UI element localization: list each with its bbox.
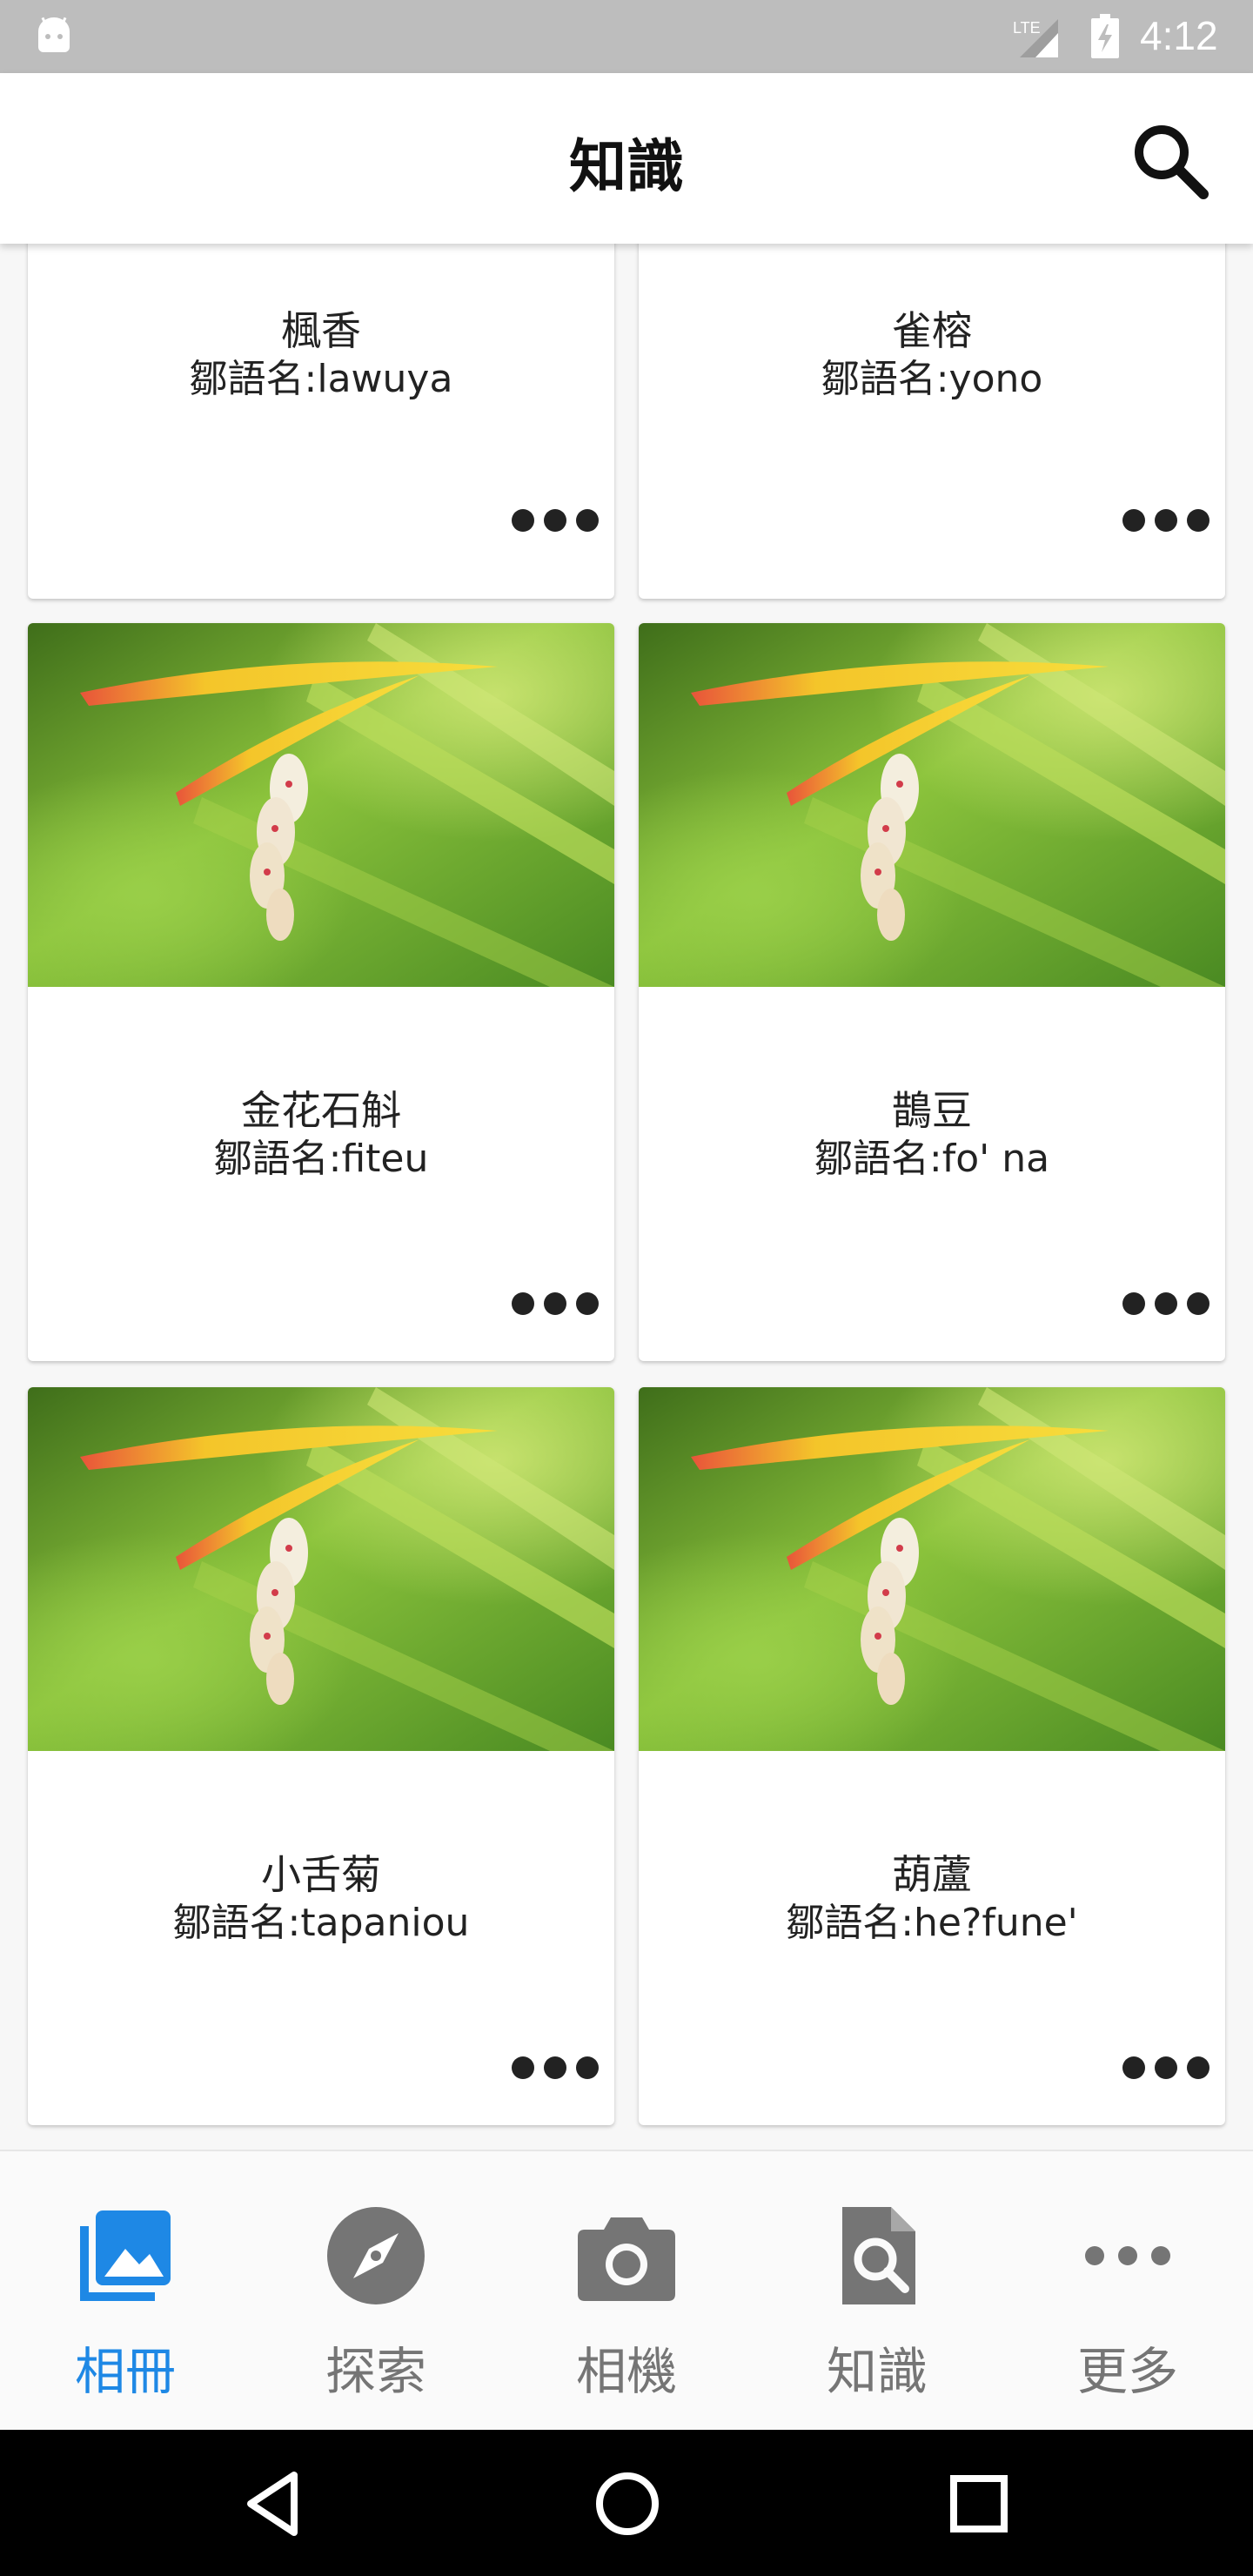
plant-photo bbox=[639, 623, 1225, 987]
more-options-button[interactable] bbox=[512, 1286, 599, 1321]
plant-photo bbox=[28, 1387, 614, 1751]
plant-photo bbox=[639, 1387, 1225, 1751]
nav-item-camera[interactable]: 相機 bbox=[501, 2151, 752, 2432]
plant-name: 葫蘆 bbox=[892, 1851, 972, 1898]
plant-card[interactable]: 小舌菊 鄒語名:tapaniou bbox=[28, 1387, 614, 2125]
dot bbox=[1155, 1292, 1177, 1315]
dot bbox=[512, 509, 534, 532]
dot bbox=[544, 2056, 566, 2079]
nav-item-album[interactable]: 相冊 bbox=[0, 2151, 251, 2432]
plant-card[interactable]: 葫蘆 鄒語名:he?fune' bbox=[639, 1387, 1225, 2125]
nav-label: 更多 bbox=[1076, 2342, 1178, 2401]
nav-item-more[interactable]: 更多 bbox=[1002, 2151, 1253, 2432]
more-options-button[interactable] bbox=[1122, 1286, 1209, 1321]
dot bbox=[1187, 2056, 1209, 2079]
plant-native-name: 鄒語名:fiteu bbox=[213, 1137, 429, 1181]
dot bbox=[544, 509, 566, 532]
back-icon[interactable] bbox=[237, 2465, 315, 2543]
more-options-button[interactable] bbox=[512, 2050, 599, 2085]
dot bbox=[1187, 509, 1209, 532]
bottom-navigation: 相冊 探索 相機 知識 更多 bbox=[0, 2150, 1253, 2430]
dot bbox=[1187, 1292, 1209, 1315]
dot bbox=[1122, 509, 1145, 532]
dot bbox=[512, 1292, 534, 1315]
plant-native-name: 鄒語名:tapaniou bbox=[172, 1901, 470, 1945]
document-search-icon bbox=[842, 2207, 915, 2304]
plant-native-name: 鄒語名:he?fune' bbox=[786, 1901, 1078, 1945]
dot bbox=[1122, 2056, 1145, 2079]
status-bar: LTE 4:12 bbox=[0, 0, 1253, 73]
dot bbox=[512, 2056, 534, 2079]
plant-card[interactable]: 鵲豆 鄒語名:fo' na bbox=[639, 623, 1225, 1361]
more-options-button[interactable] bbox=[1122, 503, 1209, 538]
plant-name: 鵲豆 bbox=[892, 1087, 972, 1134]
knowledge-grid[interactable]: 楓香 鄒語名:lawuya 雀榕 鄒語名:yono 金花石斛 鄒語名:fiteu… bbox=[0, 244, 1253, 2150]
search-button[interactable] bbox=[1122, 113, 1218, 209]
more-dots-icon bbox=[1085, 2246, 1170, 2265]
dot bbox=[1122, 1292, 1145, 1315]
plant-name: 楓香 bbox=[281, 307, 361, 354]
nav-item-explore[interactable]: 探索 bbox=[251, 2151, 501, 2432]
nav-label: 知識 bbox=[826, 2342, 928, 2401]
compass-icon bbox=[327, 2207, 425, 2304]
page-title: 知識 bbox=[569, 133, 684, 200]
home-icon[interactable] bbox=[588, 2465, 667, 2543]
nav-label: 相冊 bbox=[74, 2342, 176, 2401]
dot bbox=[1155, 509, 1177, 532]
photo-album-icon bbox=[80, 2210, 171, 2301]
plant-card[interactable]: 雀榕 鄒語名:yono bbox=[639, 244, 1225, 599]
plant-native-name: 鄒語名:lawuya bbox=[189, 357, 453, 401]
plant-native-name: 鄒語名:fo' na bbox=[814, 1137, 1050, 1181]
dot bbox=[576, 2056, 599, 2079]
dot bbox=[576, 1292, 599, 1315]
plant-card[interactable]: 楓香 鄒語名:lawuya bbox=[28, 244, 614, 599]
battery-charging-icon bbox=[1091, 14, 1119, 58]
more-options-button[interactable] bbox=[1122, 2050, 1209, 2085]
plant-card[interactable]: 金花石斛 鄒語名:fiteu bbox=[28, 623, 614, 1361]
dot bbox=[576, 509, 599, 532]
plant-native-name: 鄒語名:yono bbox=[821, 357, 1043, 401]
nav-item-knowledge[interactable]: 知識 bbox=[752, 2151, 1002, 2432]
plant-name: 雀榕 bbox=[892, 307, 972, 354]
android-icon bbox=[38, 17, 70, 52]
more-options-button[interactable] bbox=[512, 503, 599, 538]
camera-icon bbox=[578, 2217, 675, 2301]
plant-name: 金花石斛 bbox=[241, 1087, 401, 1134]
recents-icon[interactable] bbox=[940, 2465, 1018, 2543]
plant-name: 小舌菊 bbox=[261, 1851, 381, 1898]
nav-label: 相機 bbox=[575, 2342, 677, 2401]
dot bbox=[1155, 2056, 1177, 2079]
nav-label: 探索 bbox=[325, 2342, 426, 2401]
lte-signal-icon: LTE bbox=[1013, 19, 1058, 57]
dot bbox=[544, 1292, 566, 1315]
app-bar: 知識 bbox=[0, 73, 1253, 244]
search-icon bbox=[1135, 125, 1209, 199]
plant-photo bbox=[28, 623, 614, 987]
system-navigation-bar bbox=[0, 2430, 1253, 2576]
network-label: LTE bbox=[1013, 19, 1041, 37]
clock: 4:12 bbox=[1140, 13, 1218, 58]
